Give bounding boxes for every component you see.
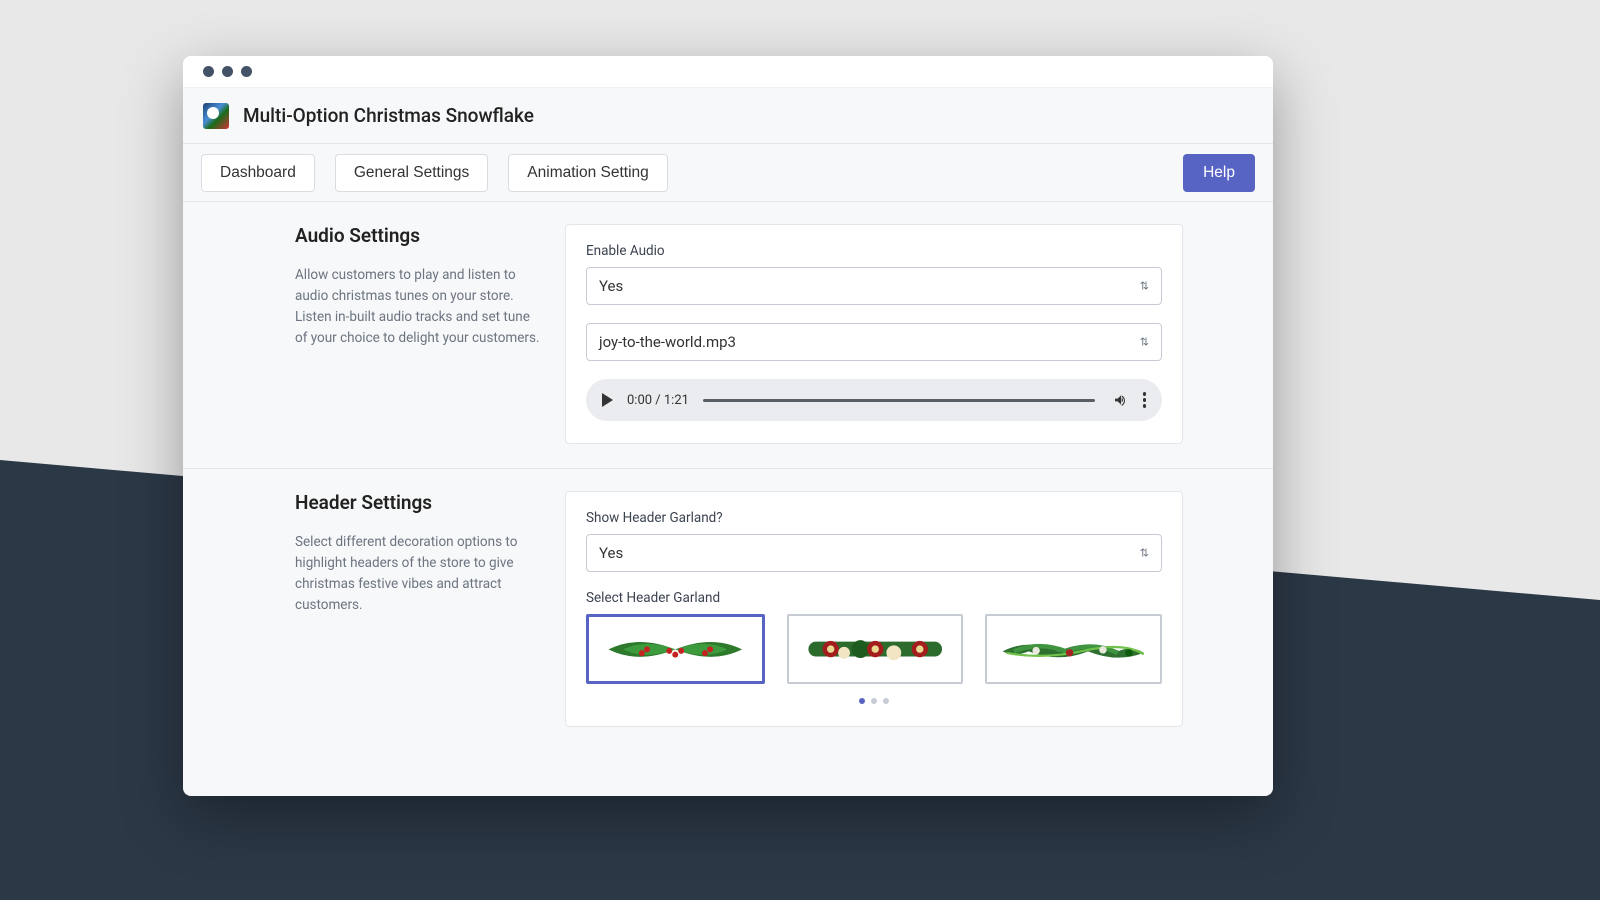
window-control-dot[interactable]	[241, 66, 252, 77]
chevron-updown-icon: ⇅	[1140, 281, 1149, 292]
kebab-menu-icon[interactable]	[1143, 392, 1147, 408]
section-right: Enable Audio Yes ⇅ joy-to-the-world.mp3 …	[565, 224, 1183, 444]
content: Audio Settings Allow customers to play a…	[183, 202, 1273, 771]
garland-option-pine-swirl[interactable]	[985, 614, 1162, 684]
section-left: Audio Settings Allow customers to play a…	[295, 224, 565, 444]
play-icon[interactable]	[602, 393, 613, 407]
section-title: Header Settings	[295, 491, 545, 514]
section-audio: Audio Settings Allow customers to play a…	[183, 202, 1273, 469]
page-dot[interactable]	[871, 698, 877, 704]
garland-pagination	[586, 698, 1162, 704]
audio-player: 0:00 / 1:21	[586, 379, 1162, 421]
app-title: Multi-Option Christmas Snowflake	[243, 104, 534, 127]
chevron-updown-icon: ⇅	[1140, 337, 1149, 348]
select-value: joy-to-the-world.mp3	[599, 333, 736, 351]
garland-option-holly[interactable]	[586, 614, 765, 684]
section-right: Show Header Garland? Yes ⇅ Select Header…	[565, 491, 1183, 727]
audio-time: 0:00 / 1:21	[627, 393, 689, 408]
select-garland-label: Select Header Garland	[586, 590, 1162, 606]
chevron-updown-icon: ⇅	[1140, 548, 1149, 559]
show-header-select[interactable]: Yes ⇅	[586, 534, 1162, 572]
nav-general-settings-button[interactable]: General Settings	[335, 154, 488, 192]
section-left: Header Settings Select different decorat…	[295, 491, 565, 727]
page-dot[interactable]	[883, 698, 889, 704]
enable-audio-select[interactable]: Yes ⇅	[586, 267, 1162, 305]
select-value: Yes	[599, 277, 623, 295]
audio-track-select[interactable]: joy-to-the-world.mp3 ⇅	[586, 323, 1162, 361]
page-dot[interactable]	[859, 698, 865, 704]
help-button[interactable]: Help	[1183, 154, 1255, 192]
show-header-label: Show Header Garland?	[586, 510, 1162, 526]
section-desc: Select different decoration options to h…	[295, 532, 545, 616]
app-icon	[203, 103, 229, 129]
window-control-dot[interactable]	[203, 66, 214, 77]
section-desc: Allow customers to play and listen to au…	[295, 265, 545, 349]
header: Multi-Option Christmas Snowflake	[183, 88, 1273, 144]
audio-progress-track[interactable]	[703, 399, 1095, 402]
section-title: Audio Settings	[295, 224, 545, 247]
titlebar	[183, 56, 1273, 88]
window-control-dot[interactable]	[222, 66, 233, 77]
enable-audio-label: Enable Audio	[586, 243, 1162, 259]
section-header: Header Settings Select different decorat…	[183, 469, 1273, 751]
nav-dashboard-button[interactable]: Dashboard	[201, 154, 315, 192]
select-value: Yes	[599, 544, 623, 562]
navbar: Dashboard General Settings Animation Set…	[183, 144, 1273, 202]
app-window: Multi-Option Christmas Snowflake Dashboa…	[183, 56, 1273, 796]
garland-option-poinsettia[interactable]	[787, 614, 964, 684]
volume-icon[interactable]	[1113, 392, 1129, 408]
garland-row	[586, 614, 1162, 684]
nav-animation-setting-button[interactable]: Animation Setting	[508, 154, 668, 192]
